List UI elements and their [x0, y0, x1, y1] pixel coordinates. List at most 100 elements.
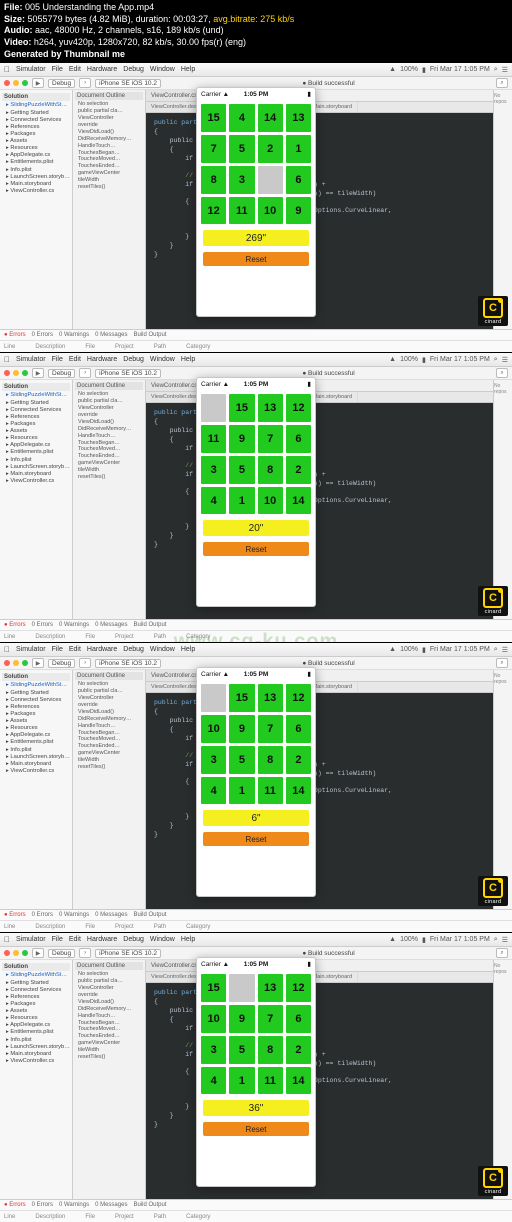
config-select[interactable]: Debug	[48, 79, 75, 88]
error-count[interactable]: Build Output	[133, 332, 166, 338]
puzzle-tile[interactable]: 7	[258, 715, 283, 743]
menu-item[interactable]: Help	[181, 936, 195, 943]
puzzle-tile[interactable]: 7	[258, 425, 283, 453]
outline-item[interactable]: public partial cla…	[75, 108, 143, 115]
puzzle-tile[interactable]: 15	[229, 394, 254, 422]
search-icon[interactable]: ⌕	[494, 356, 498, 364]
outline-item[interactable]: public partial cla…	[75, 398, 143, 405]
outline-item[interactable]: TouchesBegan…	[75, 730, 143, 737]
outline-item[interactable]: DidReceiveMemory…	[75, 1006, 143, 1013]
tree-item[interactable]: ▸ AppDelegate.cs	[2, 152, 70, 159]
tree-item[interactable]: ▸ ViewController.cs	[2, 188, 70, 195]
outline-item[interactable]: override	[75, 412, 143, 419]
outline-item[interactable]: override	[75, 992, 143, 999]
device-select[interactable]: iPhone SE iOS 10.2	[95, 369, 161, 378]
outline-item[interactable]: tileWidth	[75, 1047, 143, 1054]
outline-item[interactable]: TouchesEnded…	[75, 163, 143, 170]
tab[interactable]: ViewController.cs	[146, 90, 203, 101]
menu-icon[interactable]: ☰	[502, 356, 508, 364]
minimize-icon[interactable]	[13, 80, 19, 86]
puzzle-tile[interactable]: 15	[201, 974, 226, 1002]
outline-item[interactable]: gameViewCenter	[75, 1040, 143, 1047]
puzzle-tile[interactable]: 5	[229, 135, 254, 163]
tree-item[interactable]: ▸ AppDelegate.cs	[2, 442, 70, 449]
puzzle-tile[interactable]: 10	[201, 1005, 226, 1033]
puzzle-tile[interactable]: 2	[286, 746, 311, 774]
puzzle-tile[interactable]: 14	[286, 1067, 311, 1095]
search-icon[interactable]: ⌕	[494, 936, 498, 944]
outline-item[interactable]: resetTiles()	[75, 764, 143, 771]
error-count[interactable]: 0 Errors	[32, 1202, 53, 1208]
outline-item[interactable]: TouchesEnded…	[75, 1033, 143, 1040]
app-name[interactable]: Simulator	[16, 646, 46, 653]
outline-item[interactable]: TouchesEnded…	[75, 453, 143, 460]
error-count[interactable]: 0 Errors	[32, 622, 53, 628]
puzzle-tile[interactable]: 4	[201, 1067, 226, 1095]
puzzle-tile[interactable]: 2	[258, 135, 283, 163]
puzzle-tile[interactable]: 11	[229, 197, 254, 225]
menu-item[interactable]: File	[52, 936, 63, 943]
reset-button[interactable]: Reset	[203, 252, 309, 266]
errors-tab[interactable]: ● Errors	[4, 912, 26, 918]
run-button[interactable]: ▶	[32, 368, 44, 378]
puzzle-tile[interactable]: 1	[229, 1067, 254, 1095]
tree-item[interactable]: ▸ Entitlements.plist	[2, 1029, 70, 1036]
outline-item[interactable]: No selection	[75, 391, 143, 398]
puzzle-tile[interactable]: 8	[201, 166, 226, 194]
puzzle-tile[interactable]: 7	[201, 135, 226, 163]
tree-item[interactable]: ▸ Connected Services	[2, 117, 70, 124]
outline-item[interactable]: resetTiles()	[75, 184, 143, 191]
tree-item[interactable]: ▸ Info.plist	[2, 457, 70, 464]
menu-item[interactable]: Edit	[69, 936, 81, 943]
error-count[interactable]: 0 Messages	[95, 622, 127, 628]
errors-tab[interactable]: ● Errors	[4, 622, 26, 628]
puzzle-tile[interactable]: 6	[286, 425, 311, 453]
config-select[interactable]: Debug	[48, 659, 75, 668]
minimize-icon[interactable]	[13, 660, 19, 666]
menu-icon[interactable]: ☰	[502, 646, 508, 654]
outline-item[interactable]: resetTiles()	[75, 1054, 143, 1061]
menu-item[interactable]: Debug	[123, 66, 144, 73]
minimize-icon[interactable]	[13, 950, 19, 956]
menu-item[interactable]: Edit	[69, 646, 81, 653]
tree-item[interactable]: ▸ Packages	[2, 711, 70, 718]
menu-item[interactable]: Window	[150, 66, 175, 73]
puzzle-tile[interactable]: 5	[229, 746, 254, 774]
outline-item[interactable]: HandleTouch…	[75, 143, 143, 150]
tree-item[interactable]: ▸ Connected Services	[2, 407, 70, 414]
tree-item[interactable]: ▸ ViewController.cs	[2, 1058, 70, 1065]
outline-item[interactable]: TouchesBegan…	[75, 440, 143, 447]
errors-tab[interactable]: ● Errors	[4, 332, 26, 338]
tree-item[interactable]: ▸ Packages	[2, 421, 70, 428]
menu-item[interactable]: Help	[181, 356, 195, 363]
error-count[interactable]: Build Output	[133, 912, 166, 918]
error-count[interactable]: 0 Errors	[32, 912, 53, 918]
menu-item[interactable]: Hardware	[87, 936, 117, 943]
outline-item[interactable]: TouchesMoved…	[75, 736, 143, 743]
puzzle-tile[interactable]: 6	[286, 166, 311, 194]
menu-item[interactable]: Help	[181, 646, 195, 653]
puzzle-tile[interactable]: 12	[286, 974, 311, 1002]
puzzle-tile[interactable]: 9	[286, 197, 311, 225]
puzzle-tile[interactable]: 11	[201, 425, 226, 453]
menu-item[interactable]: Debug	[123, 646, 144, 653]
outline-item[interactable]: HandleTouch…	[75, 433, 143, 440]
puzzle-tile[interactable]: 13	[258, 394, 283, 422]
outline-item[interactable]: ViewDidLoad()	[75, 129, 143, 136]
tree-item[interactable]: ▸ Assets	[2, 718, 70, 725]
tree-item[interactable]: ▸ Packages	[2, 1001, 70, 1008]
tree-item[interactable]: ▸ Main.storyboard	[2, 181, 70, 188]
run-button[interactable]: ▶	[32, 78, 44, 88]
puzzle-tile[interactable]: 3	[201, 456, 226, 484]
outline-item[interactable]: ViewController	[75, 985, 143, 992]
tree-item[interactable]: ▸ References	[2, 994, 70, 1001]
menu-icon[interactable]: ☰	[502, 66, 508, 74]
close-icon[interactable]	[4, 80, 10, 86]
tree-item[interactable]: ▸ Resources	[2, 145, 70, 152]
puzzle-tile[interactable]: 2	[286, 1036, 311, 1064]
tree-item[interactable]: ▸ AppDelegate.cs	[2, 1022, 70, 1029]
tree-item[interactable]: ▸ References	[2, 704, 70, 711]
zoom-icon[interactable]	[22, 950, 28, 956]
outline-item[interactable]: gameViewCenter	[75, 460, 143, 467]
minimize-icon[interactable]	[13, 370, 19, 376]
